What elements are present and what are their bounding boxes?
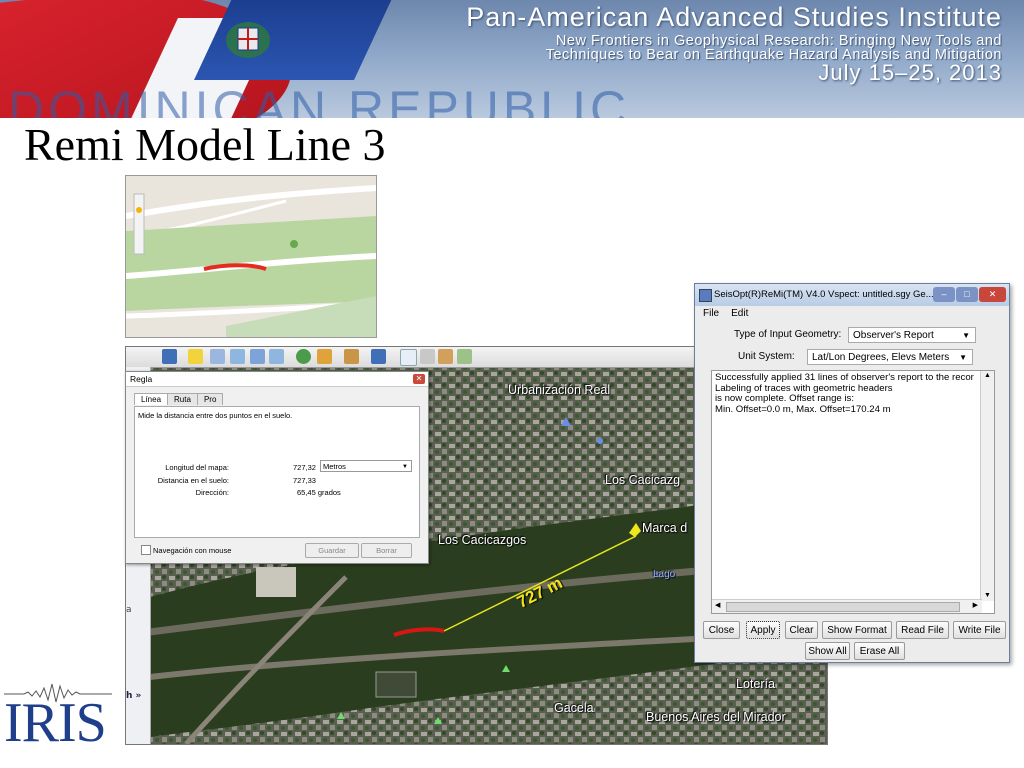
iris-logo: IRIS — [4, 692, 107, 754]
unit-system-value: Lat/Lon Degrees, Elevs Meters — [812, 352, 950, 363]
input-geometry-select[interactable]: Observer's Report ▼ — [848, 327, 976, 343]
scroll-down-icon[interactable]: ▼ — [984, 591, 991, 602]
tab-ruta[interactable]: Ruta — [167, 393, 198, 405]
banner-date: July 15–25, 2013 — [818, 60, 1002, 85]
tab-pro[interactable]: Pro — [196, 393, 224, 405]
save-button[interactable]: Guardar — [305, 543, 359, 558]
overlay-icon[interactable] — [250, 349, 265, 364]
show-format-button[interactable]: Show Format — [822, 621, 892, 639]
path-icon[interactable] — [230, 349, 245, 364]
write-file-button[interactable]: Write File — [953, 621, 1006, 639]
ruler-description: Mide la distancia entre dos puntos en el… — [138, 411, 293, 420]
horizontal-scroll-thumb[interactable] — [726, 602, 960, 612]
log-line: is now complete. Offset range is: — [715, 393, 854, 404]
label-loteria: Lotería — [736, 677, 775, 691]
input-geometry-label: Type of Input Geometry: — [734, 329, 842, 340]
menu-file[interactable]: File — [703, 308, 719, 319]
unit-select[interactable]: Metros ▼ — [320, 460, 412, 472]
scroll-up-icon[interactable]: ▲ — [984, 371, 991, 382]
unit-select-value: Metros — [323, 462, 346, 471]
label-urbanizacion-real: Urbanización Real — [508, 383, 611, 397]
seisopt-title-bar: SeisOpt(R)ReMi(TM) V4.0 Vspect: untitled… — [695, 284, 1009, 306]
tab-linea[interactable]: Línea — [134, 393, 169, 405]
output-log-area[interactable]: Successfully applied 31 lines of observe… — [711, 370, 995, 614]
coat-of-arms-icon — [226, 22, 270, 58]
print-icon[interactable] — [420, 349, 435, 364]
minimize-icon[interactable]: – — [933, 287, 955, 302]
label-los-cacicazgos-left: Los Cacicazgos — [438, 533, 527, 547]
label-marca: Marca d — [642, 521, 688, 535]
vertical-scrollbar[interactable]: ▲ ▼ — [980, 371, 994, 601]
label-gacela: Gacela — [554, 701, 594, 715]
label-los-cacicazgos-right: Los Cacicazg — [605, 473, 681, 487]
java-app-icon — [699, 289, 712, 302]
label-lago: Lago — [653, 569, 676, 580]
menu-edit[interactable]: Edit — [731, 308, 748, 319]
planets-icon[interactable] — [344, 349, 359, 364]
clear-button[interactable]: Clear — [785, 621, 818, 639]
close-icon[interactable]: ✕ — [413, 374, 425, 384]
sidebar-more-button[interactable]: h » — [126, 691, 141, 701]
mouse-nav-label: Navegación con mouse — [153, 546, 232, 555]
direction-label: Dirección: — [195, 488, 229, 497]
ground-distance-value: 727,33 — [293, 476, 316, 485]
ruler-tabs: Línea Ruta Pro — [134, 393, 224, 406]
label-buenos-aires-del-mirador: Buenos Aires del Mirador — [646, 710, 786, 724]
scroll-left-icon[interactable]: ◀ — [715, 601, 720, 612]
clear-button[interactable]: Borrar — [361, 543, 412, 558]
ruler-icon[interactable] — [371, 349, 386, 364]
sidebar-toggle-icon[interactable] — [162, 349, 177, 364]
street-map-inset — [125, 175, 377, 338]
map-length-value: 727,32 — [293, 463, 316, 472]
show-all-button[interactable]: Show All — [805, 642, 850, 660]
close-icon[interactable]: ✕ — [979, 287, 1006, 302]
read-file-button[interactable]: Read File — [896, 621, 949, 639]
ground-distance-label: Distancia en el suelo: — [157, 476, 229, 485]
map-length-label: Longitud del mapa: — [165, 463, 229, 472]
ruler-tab-panel: Mide la distancia entre dos puntos en el… — [134, 406, 420, 538]
horizontal-scrollbar[interactable]: ◀ ▶ — [712, 599, 982, 613]
sunlight-icon[interactable] — [317, 349, 332, 364]
mouse-nav-checkbox[interactable] — [141, 545, 151, 555]
chevron-down-icon: ▼ — [402, 464, 408, 470]
unit-system-select[interactable]: Lat/Lon Degrees, Elevs Meters ▼ — [807, 349, 973, 365]
save-image-icon[interactable] — [438, 349, 453, 364]
direction-value: 65,45 grados — [297, 488, 341, 497]
log-line: Successfully applied 31 lines of observe… — [715, 372, 974, 383]
email-icon[interactable] — [400, 349, 417, 366]
maximize-icon[interactable]: □ — [956, 287, 978, 302]
log-line: Min. Offset=0.0 m, Max. Offset=170.24 m — [715, 403, 891, 415]
slide-title: Remi Model Line 3 — [24, 119, 386, 170]
erase-all-button[interactable]: Erase All — [854, 642, 905, 660]
ruler-dialog: Regla ✕ Línea Ruta Pro Mide la distancia e… — [125, 371, 429, 564]
ruler-dialog-title: Regla — [126, 372, 428, 387]
unit-system-label: Unit System: — [738, 351, 795, 362]
conference-banner: Pan-American Advanced Studies Institute … — [0, 0, 1024, 118]
tour-icon[interactable] — [269, 349, 284, 364]
sidebar-fragment: a — [126, 605, 132, 615]
historical-imagery-icon[interactable] — [296, 349, 311, 364]
banner-title: Pan-American Advanced Studies Institute — [466, 2, 1002, 32]
chevron-down-icon: ▼ — [959, 353, 967, 362]
placemark-icon[interactable] — [188, 349, 203, 364]
polygon-icon[interactable] — [210, 349, 225, 364]
close-button[interactable]: Close — [703, 621, 740, 639]
scroll-right-icon[interactable]: ▶ — [973, 601, 978, 612]
chevron-down-icon: ▼ — [962, 331, 970, 340]
apply-button[interactable]: Apply — [746, 621, 780, 639]
seisopt-title: SeisOpt(R)ReMi(TM) V4.0 Vspect: untitled… — [714, 289, 934, 300]
seisopt-menu-bar: File Edit — [695, 306, 1009, 322]
input-geometry-value: Observer's Report — [853, 330, 934, 341]
street-map-graphic — [126, 185, 376, 337]
banner-country: DOMINICAN REPUBLIC — [8, 81, 631, 118]
view-in-maps-icon[interactable] — [457, 349, 472, 364]
seisopt-window: SeisOpt(R)ReMi(TM) V4.0 Vspect: untitled… — [694, 283, 1010, 663]
